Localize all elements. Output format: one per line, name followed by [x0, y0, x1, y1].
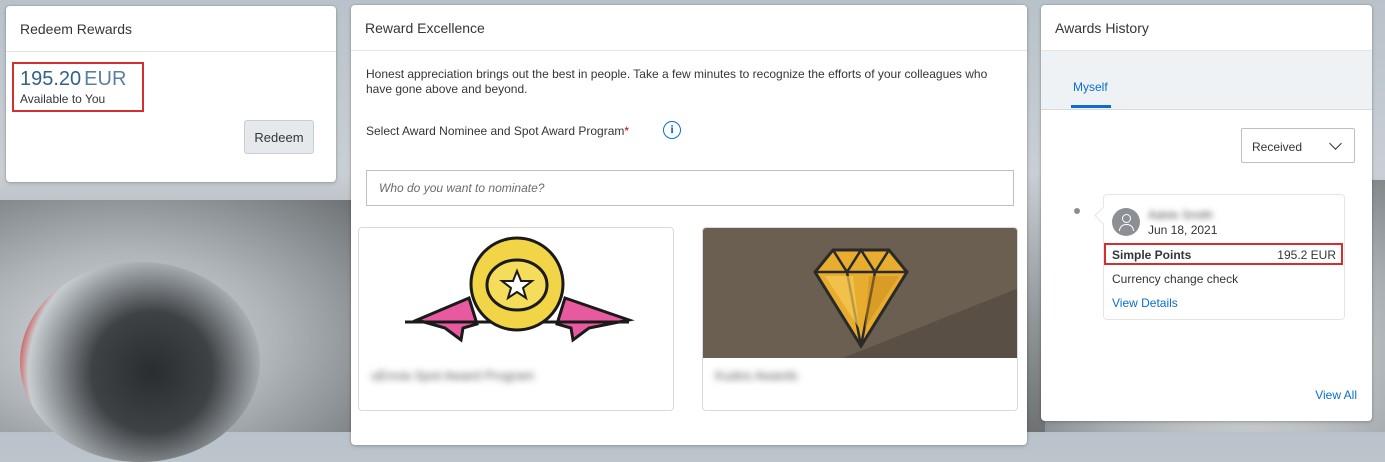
balance-currency: EUR: [84, 68, 127, 90]
available-label: Available to You: [20, 92, 106, 106]
timeline-dot-icon: [1074, 208, 1080, 214]
medal-icon: [359, 228, 673, 358]
redeem-rewards-card: Redeem Rewards 195.20 EUR Available to Yo…: [6, 6, 336, 182]
award-feed-item: Adele Smith Jun 18, 2021 Simple Points 1…: [1103, 194, 1345, 320]
jet-engine-image: [20, 262, 260, 462]
chevron-down-icon: [1329, 137, 1342, 150]
tab-myself[interactable]: Myself: [1073, 80, 1108, 94]
received-filter-select[interactable]: Received: [1241, 128, 1355, 163]
balance-amount: 195.20 EUR: [20, 68, 126, 91]
required-marker: *: [624, 124, 630, 138]
nominee-select-label-text: Select Award Nominee and Spot Award Prog…: [366, 124, 625, 138]
view-details-link[interactable]: View Details: [1112, 296, 1178, 310]
reward-excellence-card: Reward Excellence Honest appreciation br…: [351, 5, 1027, 445]
program-name: uEnvia Spot Award Program: [371, 368, 535, 383]
redeem-button[interactable]: Redeem: [244, 120, 314, 154]
program-tile-kudos[interactable]: Kudos Awards: [702, 227, 1018, 411]
card-title: Reward Excellence: [351, 5, 1027, 51]
card-title: Awards History: [1041, 5, 1372, 51]
filter-selected-value: Received: [1252, 140, 1303, 154]
points-value: 195.2 EUR: [1277, 248, 1336, 262]
view-all-link[interactable]: View All: [1315, 388, 1357, 402]
nominee-search-input[interactable]: [366, 170, 1014, 206]
program-name: Kudos Awards: [715, 368, 798, 383]
award-message: Currency change check: [1112, 272, 1239, 286]
award-date: Jun 18, 2021: [1148, 223, 1218, 237]
intro-text: Honest appreciation brings out the best …: [366, 67, 988, 96]
nominee-select-label: Select Award Nominee and Spot Award Prog…: [366, 124, 629, 138]
balance-value: 195.20: [20, 68, 82, 90]
awards-history-card: Awards History Myself Received Adele Smi…: [1041, 5, 1372, 421]
info-icon[interactable]: i: [663, 121, 681, 139]
program-tile-spot-award[interactable]: uEnvia Spot Award Program: [358, 227, 674, 411]
avatar: [1112, 208, 1140, 236]
active-tab-indicator: [1071, 105, 1111, 108]
card-title: Redeem Rewards: [6, 6, 336, 52]
points-label: Simple Points: [1112, 248, 1192, 262]
diamond-icon: [703, 228, 1017, 358]
award-sender: Adele Smith: [1148, 208, 1213, 222]
